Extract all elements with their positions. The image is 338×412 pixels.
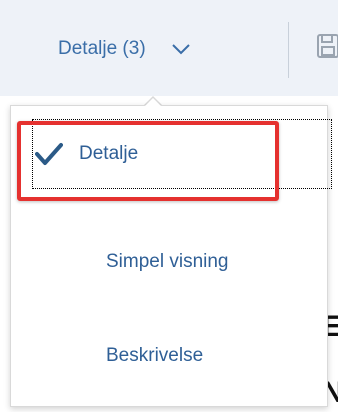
- menu-item-label: Beskrivelse: [106, 345, 204, 366]
- menu-item-beskrivelse[interactable]: Beskrivelse: [11, 326, 327, 386]
- annotation-highlight-box: [17, 121, 279, 201]
- save-icon[interactable]: [316, 33, 338, 61]
- chevron-down-icon: [171, 44, 190, 55]
- view-mode-dropdown-button[interactable]: Detalje (3): [58, 33, 190, 65]
- toolbar-divider: [288, 22, 289, 78]
- menu-pointer-fill: [144, 98, 162, 107]
- menu-item-label: Simpel visning: [106, 251, 229, 272]
- view-mode-label: Detalje (3): [58, 38, 146, 59]
- toolbar: Detalje (3): [0, 0, 338, 96]
- menu-item-simpel-visning[interactable]: Simpel visning: [11, 232, 327, 292]
